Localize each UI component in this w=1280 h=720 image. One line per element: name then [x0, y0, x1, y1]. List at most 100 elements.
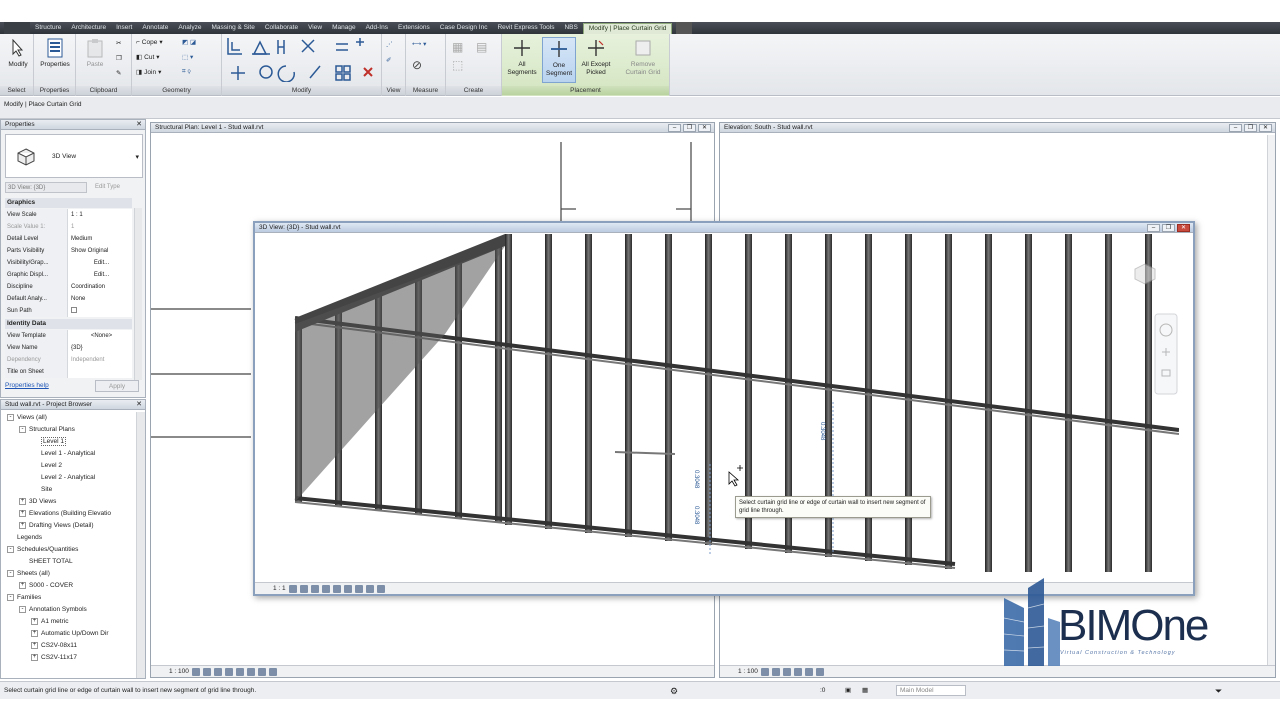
expand-icon[interactable]: +	[31, 653, 38, 661]
properties-help-link[interactable]: Properties help	[5, 382, 49, 389]
remove-curtain-grid-button[interactable]: Remove Curtain Grid	[622, 37, 664, 83]
override-graphics-icon[interactable]: ✐	[386, 56, 391, 64]
elevation-scrollbar[interactable]	[1267, 135, 1275, 665]
tab-extensions[interactable]: Extensions	[393, 22, 435, 34]
prop-row[interactable]: Sun Path	[5, 305, 132, 317]
tree-item[interactable]: - Views (all)	[7, 412, 47, 424]
tree-item[interactable]: Level 1 - Analytical	[31, 448, 95, 460]
copy-icon[interactable]: ❐	[116, 54, 122, 62]
tree-item[interactable]: + CS2V-11x17	[31, 652, 77, 664]
browser-scrollbar[interactable]	[136, 412, 145, 678]
design-options-icon[interactable]: ▦	[862, 682, 868, 700]
collapse-icon[interactable]: -	[7, 569, 14, 577]
ribbon-toggle-button[interactable]	[676, 22, 693, 34]
sun-path-icon[interactable]	[310, 584, 319, 593]
tree-item[interactable]: Level 2	[31, 460, 62, 472]
join-button[interactable]: ◨ Join ▾	[136, 68, 161, 77]
crop-view-icon[interactable]	[235, 667, 244, 676]
all-segments-button[interactable]: All Segments	[505, 37, 539, 83]
shadows-icon[interactable]	[224, 667, 233, 676]
expand-icon[interactable]: +	[19, 497, 26, 505]
tree-item[interactable]: - Structural Plans	[19, 424, 75, 436]
editable-only-icon[interactable]: ▣	[845, 682, 851, 700]
detail-level-icon[interactable]	[760, 667, 769, 676]
detail-level-icon[interactable]	[191, 667, 200, 676]
tab-massing-site[interactable]: Massing & Site	[206, 22, 259, 34]
tab-manage[interactable]: Manage	[327, 22, 361, 34]
match-type-icon[interactable]: ✎	[116, 69, 121, 77]
collapse-icon[interactable]: -	[7, 593, 14, 601]
tab-structure[interactable]: Structure	[30, 22, 66, 34]
render-icon[interactable]	[332, 584, 341, 593]
tree-item[interactable]: + S000 - COVER	[19, 580, 73, 592]
paint-icon[interactable]: ⬚ ▾	[182, 53, 193, 61]
close-icon[interactable]: ✕	[1259, 124, 1272, 132]
apply-button[interactable]: Apply	[95, 380, 139, 392]
expand-icon[interactable]: +	[19, 521, 26, 529]
view-scale[interactable]: 1 : 100	[738, 668, 758, 675]
close-icon[interactable]: ✕	[136, 120, 142, 128]
expand-icon[interactable]: +	[31, 617, 38, 625]
restore-icon[interactable]: ❐	[1244, 124, 1257, 132]
minimize-icon[interactable]: –	[1229, 124, 1242, 132]
tree-item[interactable]: Level 2 - Analytical	[31, 472, 95, 484]
reveal-hidden-icon[interactable]	[268, 667, 277, 676]
create-parts-icon[interactable]: ▦	[452, 40, 463, 54]
section-graphics[interactable]: Graphics	[5, 198, 132, 208]
paste-button[interactable]: Paste	[78, 37, 112, 83]
show-crop-icon[interactable]	[815, 667, 824, 676]
tree-item[interactable]: + CS2V-08x11	[31, 640, 77, 652]
3d-view-window[interactable]: 3D View: {3D} - Stud wall.rvt – ❐ ✕ 0.3048…	[253, 221, 1195, 596]
tab-case-design[interactable]: Case Design Inc	[435, 22, 493, 34]
tree-item[interactable]: + Drafting Views (Detail)	[19, 520, 94, 532]
tree-item[interactable]: + A1 metric	[31, 616, 68, 628]
show-crop-icon[interactable]	[246, 667, 255, 676]
all-except-picked-button[interactable]: All Except Picked	[579, 37, 613, 83]
restore-icon[interactable]: ❐	[683, 124, 696, 132]
type-selector[interactable]: 3D View ▾	[5, 134, 143, 178]
tree-item[interactable]: - Families	[7, 592, 41, 604]
worksharing-icon[interactable]: ⚙	[670, 682, 678, 700]
stud-wall-3d-model[interactable]: 0.3048 0.3048 0.3048	[255, 234, 1179, 572]
create-similar-icon[interactable]: ▤	[476, 40, 487, 54]
tab-nbs[interactable]: NBS	[559, 22, 582, 34]
shadows-icon[interactable]	[793, 667, 802, 676]
navigation-bar[interactable]	[1154, 313, 1178, 395]
close-icon[interactable]: ✕	[136, 400, 142, 408]
expand-icon[interactable]: +	[19, 581, 26, 589]
temporary-hide-icon[interactable]	[257, 667, 266, 676]
tree-item[interactable]: - Annotation Symbols	[19, 604, 87, 616]
collapse-icon[interactable]: -	[19, 425, 26, 433]
modify-tools-icons[interactable]	[224, 36, 379, 82]
model-selector[interactable]: Main Model	[896, 685, 966, 696]
sun-path-checkbox[interactable]	[71, 307, 77, 314]
prop-row[interactable]: Scale Value 1: 1	[5, 221, 132, 233]
detail-level-icon[interactable]	[288, 584, 297, 593]
restore-icon[interactable]: ❐	[1162, 224, 1175, 232]
wall-joins-icon[interactable]: ⌗ ⚲	[182, 68, 191, 76]
hide-element-icon[interactable]: ⋰	[386, 40, 393, 48]
collapse-icon[interactable]: -	[7, 545, 14, 553]
tab-annotate[interactable]: Annotate	[137, 22, 173, 34]
collapse-icon[interactable]: -	[7, 413, 14, 421]
tab-revit-express-tools[interactable]: Revit Express Tools	[492, 22, 559, 34]
tab-view[interactable]: View	[303, 22, 327, 34]
lock-3d-view-icon[interactable]	[354, 584, 363, 593]
prop-row[interactable]: Title on Sheet	[5, 366, 132, 378]
expand-icon[interactable]: +	[19, 509, 26, 517]
prop-row[interactable]: Graphic Displ... Edit...	[5, 269, 132, 281]
view-scale[interactable]: 1 : 100	[169, 668, 189, 675]
edit-type-button[interactable]: Edit Type	[91, 182, 141, 193]
create-assembly-icon[interactable]: ⬚	[452, 58, 463, 72]
section-identity-data[interactable]: Identity Data	[5, 319, 132, 329]
tab-add-ins[interactable]: Add-Ins	[361, 22, 393, 34]
tree-item[interactable]: Level 1	[31, 436, 66, 448]
tab-collaborate[interactable]: Collaborate	[260, 22, 303, 34]
temporary-hide-icon[interactable]	[365, 584, 374, 593]
cope-button[interactable]: ⌐ Cope ▾	[136, 38, 163, 47]
app-menu-button[interactable]	[4, 22, 30, 34]
expand-icon[interactable]: +	[31, 641, 38, 649]
tree-item[interactable]: + Elevations (Building Elevatio	[19, 508, 111, 520]
tree-item[interactable]: - Schedules/Quantities	[7, 544, 78, 556]
crop-view-icon[interactable]	[804, 667, 813, 676]
